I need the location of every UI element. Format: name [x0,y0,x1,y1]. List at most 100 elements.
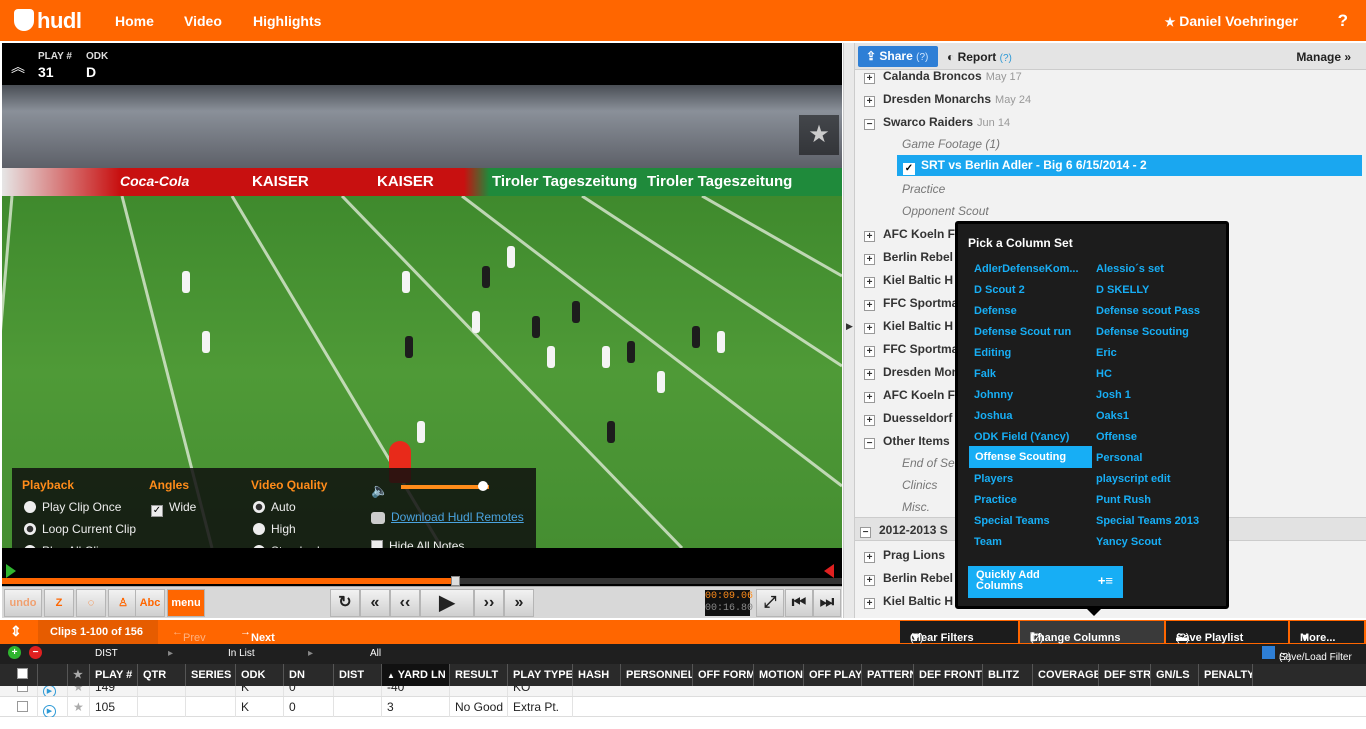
step-forward-icon[interactable]: ›› [474,589,504,617]
expand-icon[interactable]: + [864,73,875,84]
column-set-option[interactable]: playscript edit [1096,473,1171,485]
column-set-option[interactable]: Alessio´s set [1096,263,1164,275]
clear-filters-button[interactable]: ▼ Clear Filters (?) [900,621,1018,644]
column-header[interactable]: DEF FRONT [914,664,983,686]
radio-quality-auto[interactable]: Auto [253,500,296,514]
radio-loop-current-clip[interactable]: Loop Current Clip [24,522,136,536]
volume-slider[interactable] [401,485,489,489]
filter-operator[interactable]: In List [228,648,255,659]
nav-home[interactable]: Home [115,13,154,29]
column-header[interactable]: BLITZ [983,664,1033,686]
play-icon[interactable]: ▶ [420,589,474,617]
column-header[interactable]: DIST [334,664,382,686]
tree-item[interactable]: + AFC Koeln F [864,388,955,403]
prev-button[interactable]: ← Prev [172,626,206,644]
tree-item[interactable]: + Duesseldorf [864,411,952,426]
game-footage-folder[interactable]: Game Footage (1) [902,137,1000,151]
column-set-option[interactable]: Players [974,473,1013,485]
expand-arrow-icon[interactable]: ▶ [846,321,853,332]
column-set-option[interactable]: HC [1096,368,1112,380]
radio-play-clip-once[interactable]: Play Clip Once [24,500,121,514]
column-header[interactable]: QTR [138,664,186,686]
tree-item[interactable]: + Dresden Monarchs May 24 [864,92,1031,107]
column-header[interactable]: PERSONNEL [621,664,693,686]
collapse-icon[interactable]: ︽ [11,57,25,77]
column-set-option[interactable]: Defense Scout run [974,326,1071,338]
circle-tool-icon[interactable]: ◌ [76,589,106,617]
expand-icon[interactable]: + [864,96,875,107]
folder-item[interactable]: Clinics [902,478,937,492]
practice-folder[interactable]: Practice [902,182,945,196]
collapse-icon[interactable]: − [860,527,871,538]
column-set-option[interactable]: Team [974,536,1002,548]
column-set-option[interactable]: ODK Field (Yancy) [974,431,1069,443]
panel-divider[interactable]: ▶ [843,43,854,618]
tree-item[interactable]: + Dresden Mon [864,365,959,380]
opponent-scout-folder[interactable]: Opponent Scout [902,204,989,218]
column-set-option[interactable]: D Scout 2 [974,284,1025,296]
column-header[interactable]: PLAY TYPE [508,664,573,686]
column-set-option[interactable]: Josh 1 [1096,389,1131,401]
tree-item[interactable]: + FFC Sportma [864,342,958,357]
column-header-sorted[interactable]: ▲ YARD LN [382,664,450,686]
checkbox-checked-icon[interactable]: ✓ [903,163,915,175]
start-marker-icon[interactable] [6,564,16,578]
column-set-option[interactable]: Johnny [974,389,1013,401]
previous-clip-icon[interactable]: ⏮ [785,589,813,617]
column-header[interactable]: OFF FORM [693,664,754,686]
folder-item[interactable]: Misc. [902,500,930,514]
video-timeline[interactable] [2,548,842,586]
step-back-icon[interactable]: ‹‹ [390,589,420,617]
column-set-option[interactable]: Falk [974,368,996,380]
column-set-option[interactable]: Personal [1096,452,1142,464]
replay-icon[interactable]: ↻ [330,589,360,617]
column-header[interactable]: HASH [573,664,621,686]
column-header[interactable]: OFF PLAY [804,664,862,686]
rewind-icon[interactable]: « [360,589,390,617]
column-set-option[interactable]: Special Teams 2013 [1096,515,1199,527]
spotlight-tool-icon[interactable]: ♙ [108,589,138,617]
nav-highlights[interactable]: Highlights [253,13,321,29]
column-set-option[interactable]: Punt Rush [1096,494,1151,506]
tree-item[interactable]: + Berlin Rebel [864,250,953,265]
column-set-option[interactable]: AdlerDefenseKom... [974,263,1079,275]
fullscreen-icon[interactable]: ⤢ [756,589,784,617]
tree-item[interactable]: + FFC Sportma [864,296,958,311]
select-all-checkbox[interactable] [17,668,28,679]
row-checkbox[interactable] [17,686,28,692]
star-icon[interactable]: ★ [799,115,839,155]
table-row[interactable]: ▶ ★ 149 K 0 -40 KO [0,686,1366,697]
column-set-option[interactable]: D SKELLY [1096,284,1149,296]
help-button[interactable]: ? [1338,11,1348,31]
tree-item[interactable]: + Kiel Baltic H [864,319,953,334]
column-header[interactable]: DEF STR [1099,664,1151,686]
volume-icon[interactable]: 🔈 [371,482,388,498]
column-header[interactable]: MOTION [754,664,804,686]
remove-filter-icon[interactable]: − [29,646,42,659]
tree-item[interactable]: + Prag Lions [864,548,945,563]
timeline-handle[interactable] [450,576,460,586]
column-set-option[interactable]: Eric [1096,347,1117,359]
next-clip-icon[interactable]: ⏭ [813,589,841,617]
volume-slider-handle[interactable] [477,481,488,491]
column-set-option[interactable]: Defense scout Pass [1096,305,1200,317]
column-set-option[interactable]: Oaks1 [1096,410,1129,422]
table-row[interactable]: ▶ ★ 105 K 0 3 No Good Extra Pt. [0,697,1366,717]
column-header[interactable]: DN [284,664,334,686]
selected-game-item[interactable]: ✓ SRT vs Berlin Adler - Big 6 6/15/2014 -… [897,155,1362,176]
radio-quality-high[interactable]: High [253,522,296,536]
tree-item[interactable]: + Kiel Baltic H [864,273,953,288]
more-button[interactable]: ▼ More... [1290,621,1364,644]
change-columns-button[interactable]: ⦀ Change Columns (?) [1020,621,1164,644]
quickly-add-columns-button[interactable]: Quickly Add Columns +≡ [968,566,1123,598]
column-header[interactable]: PENALTY [1199,664,1253,686]
hudl-logo[interactable]: hudl [14,8,82,34]
tree-item[interactable]: + Berlin Rebel [864,571,953,586]
column-set-option[interactable]: Practice [974,494,1017,506]
nav-video[interactable]: Video [184,13,222,29]
tree-item[interactable]: + Calanda Broncos May 17 [864,69,1022,84]
manage-link[interactable]: Manage » [1296,50,1351,64]
freehand-tool-icon[interactable]: Z [44,589,74,617]
column-header[interactable]: GN/LS [1151,664,1199,686]
save-playlist-button[interactable]: ▬ Save Playlist (?) [1166,621,1288,644]
